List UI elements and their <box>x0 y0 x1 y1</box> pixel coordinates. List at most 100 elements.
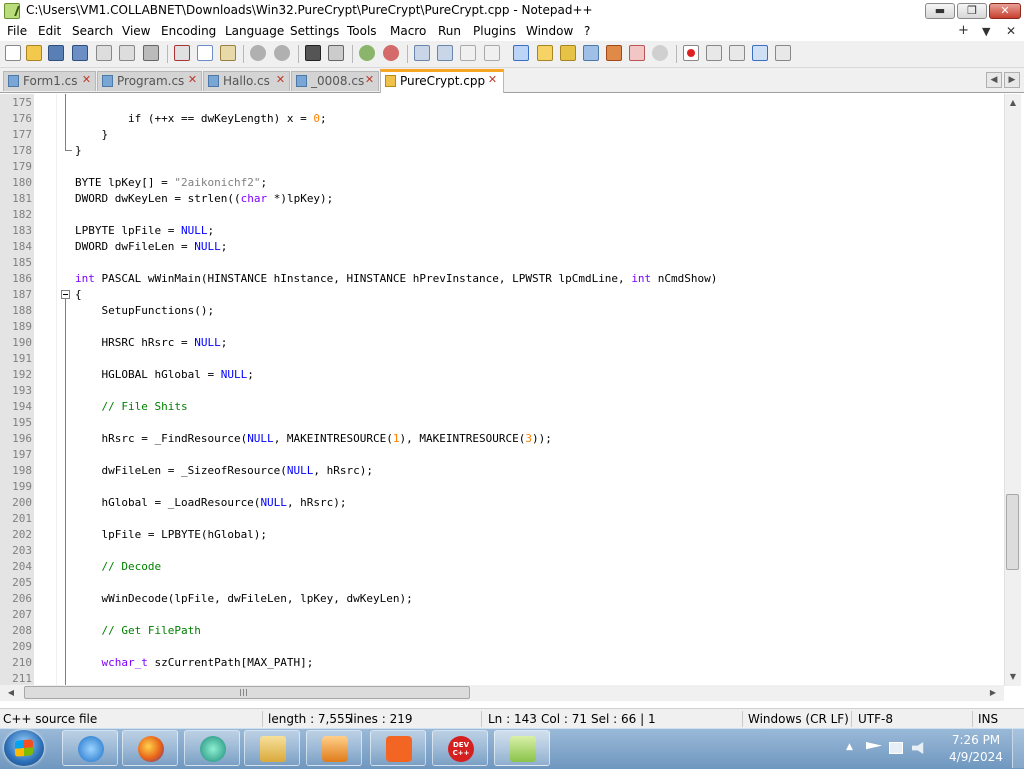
fold-margin[interactable] <box>34 94 57 686</box>
menu-edit[interactable]: Edit <box>38 24 61 38</box>
menu-run[interactable]: Run <box>438 24 461 38</box>
doc-list-icon[interactable] <box>629 45 645 61</box>
menu-language[interactable]: Language <box>225 24 284 38</box>
taskbar-firefox[interactable] <box>122 730 178 766</box>
status-eol[interactable]: Windows (CR LF) <box>748 712 849 726</box>
tab-close-icon[interactable]: ✕ <box>487 74 498 86</box>
paste-icon[interactable] <box>220 45 236 61</box>
code-line[interactable]: HRSRC hRsrc = NULL; <box>75 335 227 351</box>
taskbar-xampp[interactable] <box>370 730 426 766</box>
zoom-in-icon[interactable] <box>359 45 375 61</box>
show-hidden-icons-arrow[interactable]: ▲ <box>846 742 853 752</box>
menu-settings[interactable]: Settings <box>290 24 339 38</box>
code-line[interactable]: LPBYTE lpFile = NULL; <box>75 223 214 239</box>
new-file-icon[interactable] <box>5 45 21 61</box>
vertical-scrollbar[interactable]: ▲ ▼ <box>1004 94 1021 686</box>
run-macro-multiple-icon[interactable] <box>752 45 768 61</box>
sync-horizontal-icon[interactable] <box>437 45 453 61</box>
tab-hallo-cs[interactable]: Hallo.cs ✕ <box>203 71 290 91</box>
monitoring-icon[interactable] <box>652 45 668 61</box>
code-line[interactable]: int PASCAL wWinMain(HINSTANCE hInstance,… <box>75 271 717 287</box>
scroll-up-arrow-icon[interactable]: ▲ <box>1006 96 1020 110</box>
code-line[interactable]: BYTE lpKey[] = "2aikonichf2"; <box>75 175 267 191</box>
tab-close-icon[interactable]: ✕ <box>187 74 198 86</box>
maximize-button[interactable]: ❐ <box>957 3 987 19</box>
close-doc-icon[interactable]: ✕ <box>1006 24 1016 38</box>
horizontal-scroll-thumb[interactable] <box>24 686 470 699</box>
new-tab-plus-icon[interactable]: + <box>958 23 969 38</box>
code-line[interactable]: dwFileLen = _SizeofResource(NULL, hRsrc)… <box>75 463 373 479</box>
tab-list-dropdown-icon[interactable]: ▼ <box>982 25 990 38</box>
code-line[interactable]: hRsrc = _FindResource(NULL, MAKEINTRESOU… <box>75 431 551 447</box>
redo-icon[interactable] <box>274 45 290 61</box>
start-button-windows-icon[interactable] <box>4 730 44 766</box>
code-line[interactable]: lpFile = LPBYTE(hGlobal); <box>75 527 267 543</box>
fold-collapse-icon[interactable] <box>61 290 70 299</box>
open-file-icon[interactable] <box>26 45 42 61</box>
undo-icon[interactable] <box>250 45 266 61</box>
taskbar-notepadpp[interactable] <box>494 730 550 766</box>
code-line[interactable]: // Decode <box>75 559 161 575</box>
tab-form1-cs[interactable]: Form1.cs ✕ <box>3 71 96 91</box>
code-line[interactable]: DWORD dwKeyLen = strlen((char *)lpKey); <box>75 191 333 207</box>
indent-guide-icon[interactable] <box>513 45 529 61</box>
tab-0008-cs[interactable]: _0008.cs ✕ <box>291 71 379 91</box>
tab-purecrypt-cpp[interactable]: PureCrypt.cpp ✕ <box>380 69 504 93</box>
close-window-button[interactable]: ✕ <box>989 3 1021 19</box>
code-line[interactable]: // File Shits <box>75 399 187 415</box>
code-line[interactable]: wWinDecode(lpFile, dwFileLen, lpKey, dwK… <box>75 591 412 607</box>
menu-plugins[interactable]: Plugins <box>473 24 516 38</box>
taskbar-file-explorer[interactable] <box>244 730 300 766</box>
code-line[interactable]: // Get FilePath <box>75 623 200 639</box>
record-macro-icon[interactable] <box>683 45 699 61</box>
minimize-button[interactable]: ▬ <box>925 3 955 19</box>
cut-icon[interactable] <box>174 45 190 61</box>
code-line[interactable]: HGLOBAL hGlobal = NULL; <box>75 367 253 383</box>
code-line[interactable]: DWORD dwFileLen = NULL; <box>75 239 227 255</box>
show-desktop-button[interactable] <box>1012 729 1024 768</box>
find-icon[interactable] <box>305 45 321 61</box>
menu-file[interactable]: File <box>7 24 27 38</box>
folder-workspace-icon[interactable] <box>606 45 622 61</box>
replace-icon[interactable] <box>328 45 344 61</box>
save-icon[interactable] <box>48 45 64 61</box>
copy-icon[interactable] <box>197 45 213 61</box>
menu-encoding[interactable]: Encoding <box>161 24 216 38</box>
tray-clock-date[interactable]: 4/9/2024 <box>946 750 1006 764</box>
code-editor[interactable]: 175 176 177 178 179 180 181 182 183 184 185 186 187 1… <box>0 94 1004 686</box>
menu-help[interactable]: ? <box>584 24 590 38</box>
tab-close-icon[interactable]: ✕ <box>81 74 92 86</box>
code-line[interactable]: wchar_t szCurrentPath[MAX_PATH]; <box>75 655 314 671</box>
menu-macro[interactable]: Macro <box>390 24 426 38</box>
word-wrap-icon[interactable] <box>460 45 476 61</box>
doc-map-icon[interactable] <box>560 45 576 61</box>
scroll-left-arrow-icon[interactable]: ◀ <box>4 686 18 700</box>
code-line[interactable]: } <box>75 143 82 159</box>
udl-icon[interactable] <box>537 45 553 61</box>
code-line[interactable]: if (++x == dwKeyLength) x = 0; <box>75 111 327 127</box>
tab-program-cs[interactable]: Program.cs ✕ <box>97 71 202 91</box>
tab-scroll-right-button[interactable]: ▶ <box>1004 72 1020 88</box>
scroll-down-arrow-icon[interactable]: ▼ <box>1006 670 1020 684</box>
print-icon[interactable] <box>143 45 159 61</box>
taskbar-media-player[interactable] <box>306 730 362 766</box>
code-line[interactable]: hGlobal = _LoadResource(NULL, hRsrc); <box>75 495 346 511</box>
network-icon[interactable] <box>889 742 903 754</box>
code-line[interactable]: } <box>75 127 108 143</box>
play-macro-icon[interactable] <box>729 45 745 61</box>
code-line[interactable]: { <box>75 287 82 303</box>
tab-scroll-left-button[interactable]: ◀ <box>986 72 1002 88</box>
menu-tools[interactable]: Tools <box>347 24 377 38</box>
function-list-icon[interactable] <box>583 45 599 61</box>
save-all-icon[interactable] <box>72 45 88 61</box>
menu-search[interactable]: Search <box>72 24 113 38</box>
tray-clock-time[interactable]: 7:26 PM <box>950 733 1002 747</box>
sync-vertical-icon[interactable] <box>414 45 430 61</box>
zoom-out-icon[interactable] <box>383 45 399 61</box>
save-macro-icon[interactable] <box>775 45 791 61</box>
tab-close-icon[interactable]: ✕ <box>364 74 375 86</box>
taskbar-devcpp[interactable]: DEV C++ <box>432 730 488 766</box>
scroll-right-arrow-icon[interactable]: ▶ <box>986 686 1000 700</box>
code-line[interactable]: SetupFunctions(); <box>75 303 214 319</box>
show-all-chars-icon[interactable] <box>484 45 500 61</box>
